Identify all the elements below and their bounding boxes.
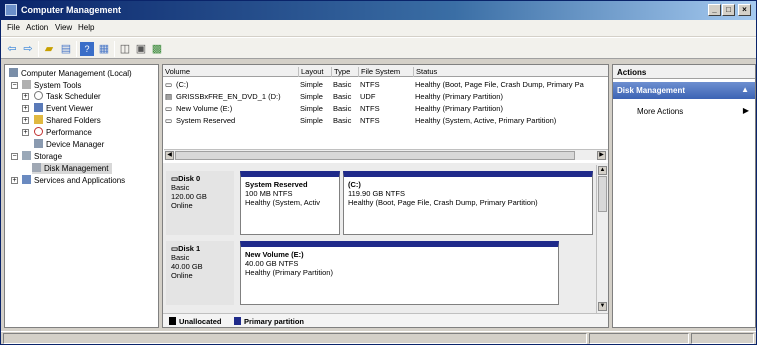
expand-task-scheduler[interactable]: + [22,93,29,100]
col-type[interactable]: Type [331,67,350,77]
disk-graphical-view: ▭Disk 0 Basic 120.00 GB Online System Re… [163,163,608,313]
tree-item-shared-folders[interactable]: Shared Folders [34,115,101,126]
disk-management-pane: Volume Layout Type File System Status ▭ … [162,64,609,328]
device-manager-icon [34,139,43,148]
volume-list-header: Volume Layout Type File System Status [163,65,608,77]
disk-view-vertical-scrollbar[interactable]: ▲ ▼ [596,165,608,313]
expand-event-viewer[interactable]: + [22,105,29,112]
status-cell [691,333,754,344]
computer-icon [9,68,18,77]
disk-0-label[interactable]: ▭Disk 0 Basic 120.00 GB Online [166,171,234,235]
close-button[interactable]: × [738,4,751,16]
menu-action[interactable]: Action [26,23,48,32]
back-arrow-icon[interactable]: ⇦ [5,42,19,56]
tree-item-services-apps[interactable]: Services and Applications [22,175,125,186]
up-folder-icon[interactable]: ▰ [42,42,56,56]
disk-1-label[interactable]: ▭Disk 1 Basic 40.00 GB Online [166,241,234,305]
more-actions-item[interactable]: More Actions ▶ [613,105,755,117]
console-tree: Computer Management (Local) − System Too… [4,64,159,328]
forward-arrow-icon[interactable]: ⇨ [21,42,35,56]
partition-e-drive[interactable]: New Volume (E:) 40.00 GB NTFS Healthy (P… [240,241,559,305]
disk-icon[interactable]: ▩ [150,42,164,56]
dvd-icon: ▤ [165,92,173,101]
status-bar [1,331,756,344]
collapse-up-icon[interactable]: ▲ [741,85,749,94]
tree-item-task-scheduler[interactable]: Task Scheduler [34,91,101,102]
actions-header: Actions [613,65,755,79]
col-status[interactable]: Status [413,67,437,77]
menu-view[interactable]: View [55,23,72,32]
maximize-button[interactable]: □ [722,4,735,16]
tree-item-performance[interactable]: Performance [34,127,92,138]
legend-primary: Primary partition [244,317,305,326]
collapse-storage[interactable]: − [11,153,18,160]
title-bar[interactable]: Computer Management _ □ × [1,1,756,20]
tree-item-event-viewer[interactable]: Event Viewer [34,103,93,114]
scroll-up-button[interactable]: ▲ [598,166,607,175]
minimize-button[interactable]: _ [708,4,721,16]
expand-shared-folders[interactable]: + [22,117,29,124]
legend-unallocated: Unallocated [179,317,222,326]
volume-list-horizontal-scrollbar[interactable]: ◀ ▶ [164,149,608,160]
menu-help[interactable]: Help [78,23,94,32]
disk-management-icon [32,163,41,172]
status-cell [3,333,587,344]
unallocated-swatch [169,317,176,325]
console-icon[interactable]: ▦ [97,42,111,56]
services-icon [22,175,31,184]
computer-management-window: Computer Management _ □ × File Action Vi… [0,0,757,345]
tree-item-system-tools[interactable]: System Tools [22,80,81,91]
properties-icon[interactable]: ▣ [134,42,148,56]
tree-item-disk-management[interactable]: Disk Management [32,163,113,174]
computer-management-icon [5,4,17,16]
window-title: Computer Management [21,5,122,15]
status-cell [589,333,689,344]
tree-item-root[interactable]: Computer Management (Local) [9,68,132,79]
expand-performance[interactable]: + [22,129,29,136]
export-icon[interactable]: ◫ [118,42,132,56]
actions-pane: Actions Disk Management ▲ More Actions ▶ [612,64,756,328]
volume-icon: ▭ [165,116,173,125]
collapse-system-tools[interactable]: − [11,82,18,89]
vertical-scroll-thumb[interactable] [598,176,607,212]
col-layout[interactable]: Layout [298,67,324,77]
col-file-system[interactable]: File System [358,67,400,77]
show-hide-tree-icon[interactable]: ▤ [59,42,73,56]
volume-icon: ▭ [165,104,173,113]
scroll-down-button[interactable]: ▼ [598,302,607,311]
storage-icon [22,151,31,160]
scroll-left-button[interactable]: ◀ [165,151,174,160]
tools-icon [22,80,31,89]
disk-legend: Unallocated Primary partition [163,313,608,327]
menu-file[interactable]: File [7,23,20,32]
primary-swatch [234,317,241,325]
scroll-right-button[interactable]: ▶ [597,151,606,160]
horizontal-scroll-thumb[interactable] [175,151,575,160]
submenu-arrow-icon: ▶ [742,106,749,115]
actions-section-disk-management[interactable]: Disk Management ▲ [613,82,755,99]
shared-folder-icon [34,115,43,124]
toolbar: ⇦ ⇨ ▰ ▤ ? ▦ ◫ ▣ ▩ [1,37,756,59]
clock-icon [34,91,43,100]
performance-icon [34,127,43,136]
volume-icon: ▭ [165,80,173,89]
help-icon[interactable]: ? [80,42,94,56]
tree-item-device-manager[interactable]: Device Manager [34,139,104,150]
menu-bar: File Action View Help [1,20,756,36]
partition-c-drive[interactable]: (C:) 119.90 GB NTFS Healthy (Boot, Page … [343,171,593,235]
event-viewer-icon [34,103,43,112]
col-volume[interactable]: Volume [163,67,190,77]
partition-system-reserved[interactable]: System Reserved 100 MB NTFS Healthy (Sys… [240,171,340,235]
expand-services-apps[interactable]: + [11,177,18,184]
tree-item-storage[interactable]: Storage [22,151,62,162]
